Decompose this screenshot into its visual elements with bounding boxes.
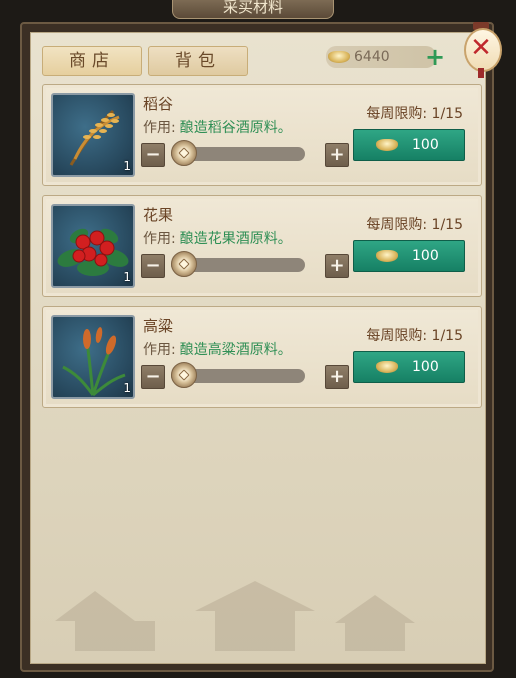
tab-shop[interactable]: 商店 [42, 46, 142, 76]
increase-quantity-button[interactable]: + [325, 365, 349, 389]
sorghum-icon[interactable]: 1 [51, 315, 135, 399]
item-count: 1 [123, 159, 131, 173]
gold-ingot-icon [376, 139, 398, 151]
rice-grain-icon[interactable]: 1 [51, 93, 135, 177]
buy-price: 100 [412, 359, 439, 375]
effect-text: 酿造花果酒原料。 [179, 231, 292, 247]
currency-amount: 6440 [354, 49, 390, 65]
effect-label: 作用: [143, 120, 176, 136]
weekly-limit: 每周限购: 1/15 [366, 217, 463, 233]
buy-price: 100 [412, 248, 439, 264]
buy-button[interactable]: 100 [353, 240, 465, 272]
currency-display: 6440 [326, 46, 436, 68]
close-icon: ✕ [470, 33, 492, 63]
item-name: 高粱 [143, 317, 174, 335]
buy-price: 100 [412, 137, 439, 153]
shop-item-card: 1 高粱 作用: 酿造高粱酒原料。 每周限购: 1/15 100 − + [42, 306, 482, 408]
decrease-quantity-button[interactable]: − [141, 143, 165, 167]
quantity-slider-knob[interactable] [171, 251, 197, 277]
increase-quantity-button[interactable]: + [325, 143, 349, 167]
decrease-quantity-button[interactable]: − [141, 254, 165, 278]
lantern-tassel [478, 68, 484, 78]
buy-button[interactable]: 100 [353, 351, 465, 383]
weekly-limit: 每周限购: 1/15 [366, 106, 463, 122]
palace-background-image [55, 581, 415, 651]
tab-bag[interactable]: 背包 [148, 46, 248, 76]
gold-ingot-icon [328, 51, 350, 63]
add-currency-button[interactable]: + [424, 45, 446, 69]
decrease-quantity-button[interactable]: − [141, 365, 165, 389]
item-effect: 作用: 酿造高粱酒原料。 [143, 339, 292, 359]
close-button[interactable]: ✕ [464, 22, 502, 78]
effect-label: 作用: [143, 231, 176, 247]
effect-label: 作用: [143, 342, 176, 358]
item-name: 花果 [143, 206, 174, 224]
buy-button[interactable]: 100 [353, 129, 465, 161]
weekly-limit: 每周限购: 1/15 [366, 328, 463, 344]
shop-item-card: 1 花果 作用: 酿造花果酒原料。 每周限购: 1/15 100 − + [42, 195, 482, 297]
gold-ingot-icon [376, 250, 398, 262]
item-count: 1 [123, 270, 131, 284]
effect-text: 酿造稻谷酒原料。 [179, 120, 292, 136]
shop-item-card: 1 稻谷 作用: 酿造稻谷酒原料。 每周限购: 1/15 100 − + [42, 84, 482, 186]
increase-quantity-button[interactable]: + [325, 254, 349, 278]
effect-text: 酿造高粱酒原料。 [179, 342, 292, 358]
gold-ingot-icon [376, 361, 398, 373]
quantity-slider-knob[interactable] [171, 140, 197, 166]
item-effect: 作用: 酿造稻谷酒原料。 [143, 117, 292, 137]
red-berries-icon[interactable]: 1 [51, 204, 135, 288]
window-title: 采买材料 [172, 0, 334, 19]
quantity-slider-knob[interactable] [171, 362, 197, 388]
item-count: 1 [123, 381, 131, 395]
item-name: 稻谷 [143, 95, 174, 113]
item-effect: 作用: 酿造花果酒原料。 [143, 228, 292, 248]
